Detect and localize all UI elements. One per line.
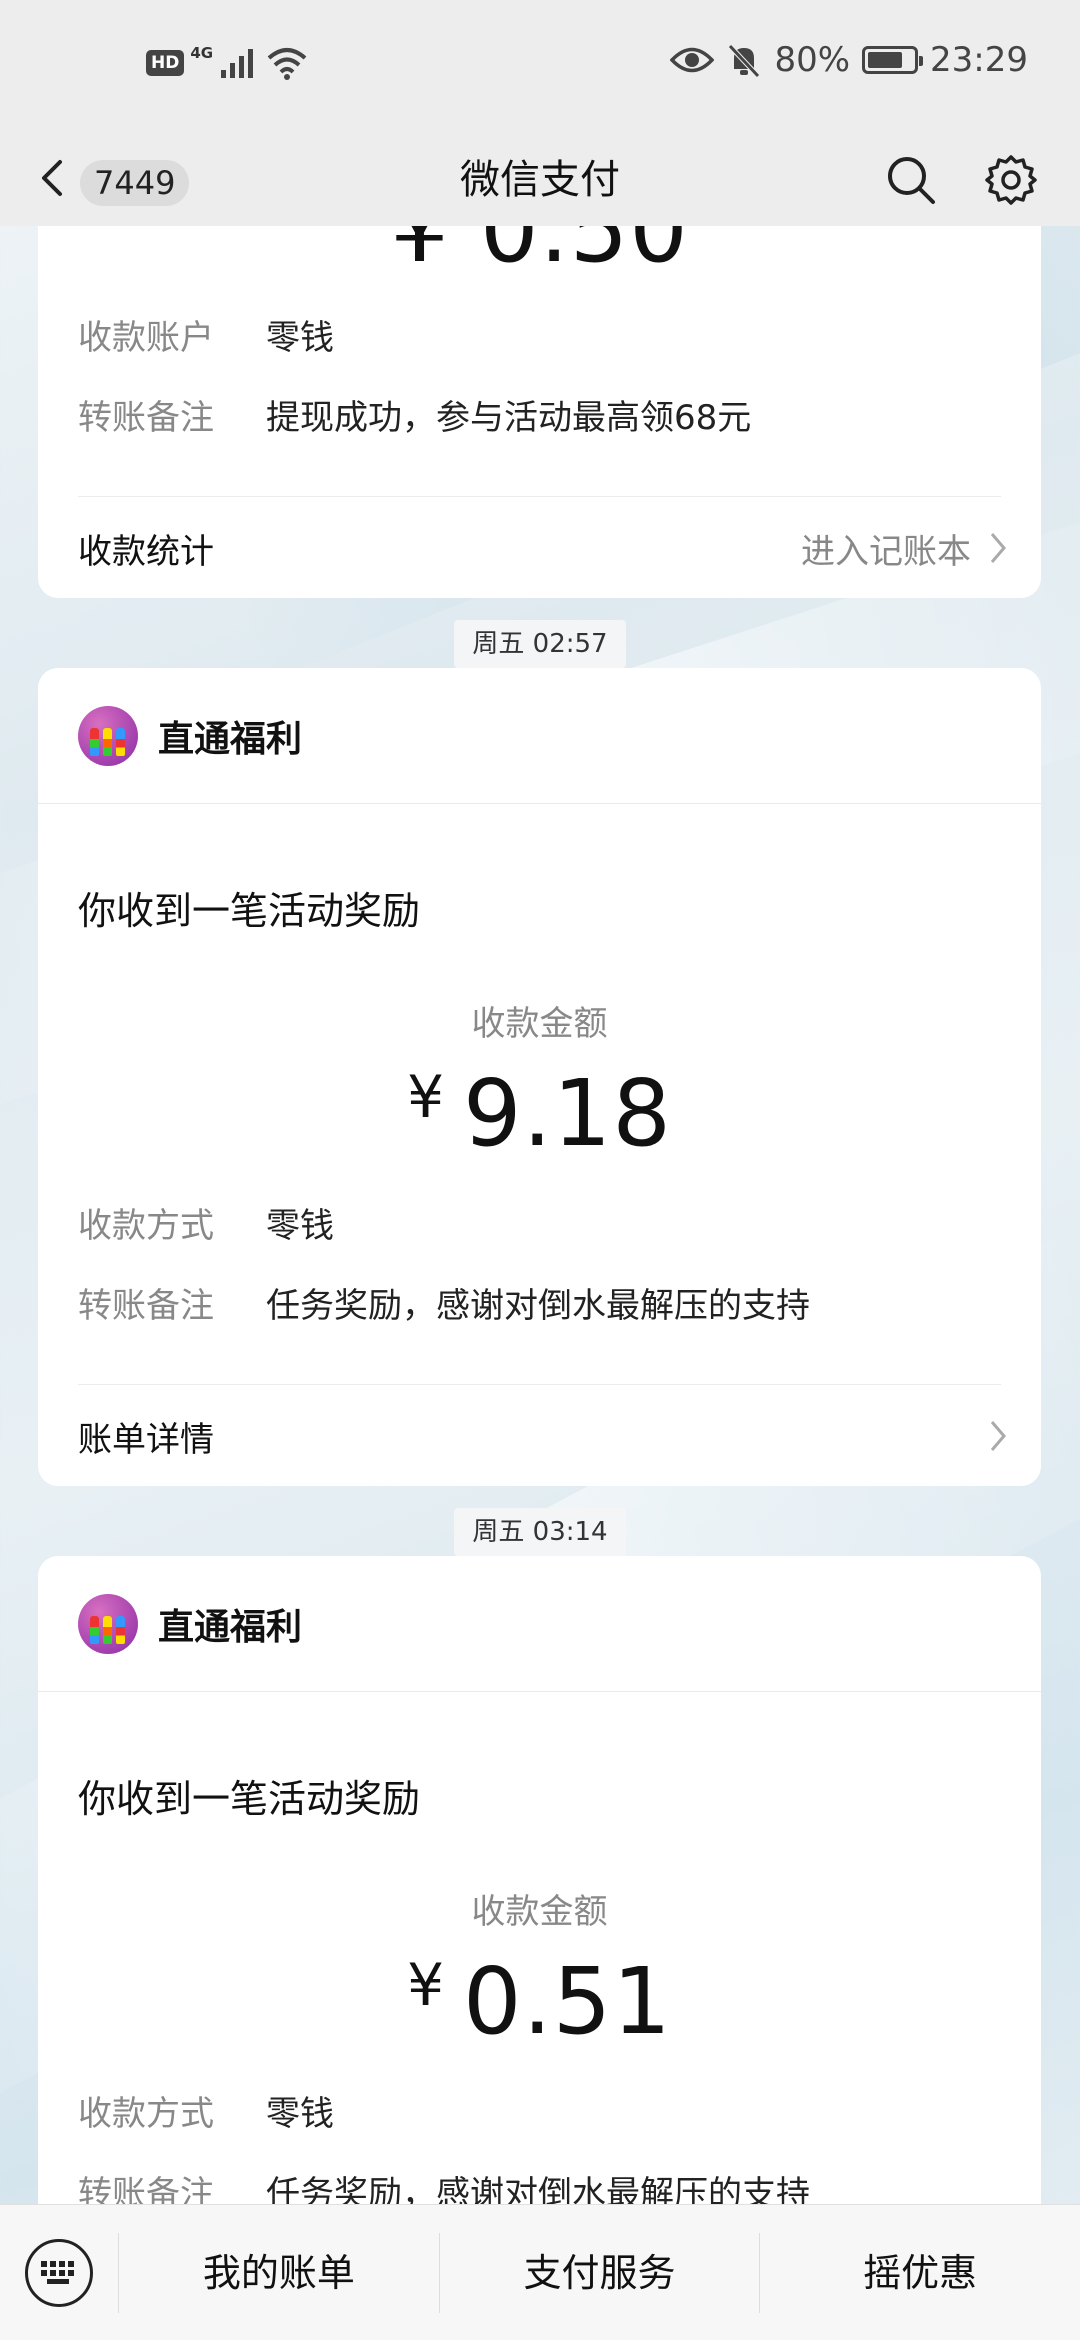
bottle-glyph xyxy=(116,1615,125,1644)
bottle-glyph xyxy=(90,1615,99,1644)
ledger-link-label: 进入记账本 xyxy=(801,531,971,572)
detail-value: 零钱 xyxy=(266,318,334,358)
tab-my-bills[interactable]: 我的账单 xyxy=(118,2232,439,2313)
detail-key: 转账备注 xyxy=(78,1286,214,1326)
chevron-right-icon xyxy=(990,1421,1006,1451)
currency-symbol: ¥ xyxy=(407,1951,446,2019)
detail-row: 收款账户 零钱 xyxy=(78,310,334,359)
amount: ¥9.18 xyxy=(38,1060,1041,1167)
search-button[interactable] xyxy=(876,142,946,218)
bill-details-label: 账单详情 xyxy=(78,1419,214,1460)
footer-label: 收款统计 xyxy=(78,531,214,572)
amount-value: 9.18 xyxy=(463,1060,672,1167)
detail-row: 转账备注 任务奖励，感谢对倒水最解压的支持 xyxy=(78,1278,810,1327)
detail-value: 任务奖励，感谢对倒水最解压的支持 xyxy=(266,2174,810,2204)
ledger-row[interactable]: 收款统计 进入记账本 xyxy=(78,498,1007,598)
nav-bar: 7449 微信支付 xyxy=(0,134,1080,226)
sender-name: 直通福利 xyxy=(158,1606,303,1648)
tab-shake-deals[interactable]: 摇优惠 xyxy=(759,2232,1080,2313)
wifi-icon xyxy=(267,48,307,80)
status-right: 80% 23:29 xyxy=(670,40,1028,80)
amount: ¥0.51 xyxy=(38,1948,1041,2055)
network-type: 4G xyxy=(190,44,214,62)
detail-value: 任务奖励，感谢对倒水最解压的支持 xyxy=(266,1286,810,1326)
detail-key: 收款账户 xyxy=(78,318,214,358)
detail-row: 转账备注 任务奖励，感谢对倒水最解压的支持 xyxy=(78,2166,810,2204)
bottle-glyph xyxy=(103,727,112,756)
status-bar: HD 4G 80% 23:29 xyxy=(0,0,1080,134)
battery-icon xyxy=(862,46,924,74)
chevron-right-icon xyxy=(990,533,1006,563)
detail-row: 收款方式 零钱 xyxy=(78,1198,334,1247)
hd-badge: HD xyxy=(146,50,185,76)
amount-value: 0.51 xyxy=(463,1948,672,2055)
message-headline: 你收到一笔活动奖励 xyxy=(78,889,421,933)
eye-icon xyxy=(670,47,715,73)
avatar xyxy=(78,1593,138,1654)
battery-percent: 80% xyxy=(774,40,851,80)
detail-key: 收款方式 xyxy=(78,1206,214,1246)
settings-icon xyxy=(985,155,1037,205)
currency-symbol: ¥ xyxy=(407,1063,446,1131)
chevron xyxy=(989,1419,1007,1453)
clock: 23:29 xyxy=(930,40,1028,80)
signal-icon xyxy=(221,49,254,78)
detail-value: 零钱 xyxy=(266,2094,334,2134)
message-headline: 你收到一笔活动奖励 xyxy=(78,1777,421,1821)
detail-key: 收款方式 xyxy=(78,2094,214,2134)
card-header[interactable]: 直通福利 xyxy=(38,668,1041,804)
divider xyxy=(78,1384,1001,1385)
battery-fill xyxy=(868,52,903,68)
message-card: 直通福利 你收到一笔活动奖励 收款金额 ¥9.18 收款方式 零钱 转账备注 任… xyxy=(38,668,1041,1486)
mute-bell-icon xyxy=(728,44,761,78)
ledger-link[interactable]: 进入记账本 xyxy=(801,524,1007,573)
message-card-partial: ¥ 0.50 收款账户 零钱 转账备注 提现成功，参与活动最高领68元 收款统计… xyxy=(38,226,1041,598)
sender-name: 直通福利 xyxy=(158,718,303,760)
detail-value: 零钱 xyxy=(266,1206,334,1246)
amount-value: ¥ 0.50 xyxy=(390,226,689,283)
detail-row: 收款方式 零钱 xyxy=(78,2086,334,2135)
bottle-glyph xyxy=(103,1615,112,1644)
divider xyxy=(78,496,1001,497)
detail-value: 提现成功，参与活动最高领68元 xyxy=(266,398,752,438)
detail-key: 转账备注 xyxy=(78,398,214,438)
keyboard-toggle-button[interactable] xyxy=(0,2205,118,2340)
settings-button[interactable] xyxy=(976,142,1046,218)
avatar xyxy=(78,705,138,766)
tab-payment-services[interactable]: 支付服务 xyxy=(438,2232,760,2313)
timestamp: 周五 03:14 xyxy=(454,1508,626,1556)
bottom-menu-bar: 我的账单 支付服务 摇优惠 xyxy=(0,2204,1080,2340)
message-card: 直通福利 你收到一笔活动奖励 收款金额 ¥0.51 收款方式 零钱 转账备注 任… xyxy=(38,1556,1041,2204)
amount-label: 收款金额 xyxy=(471,1004,608,1044)
status-left: HD 4G xyxy=(146,44,309,80)
detail-row: 转账备注 提现成功，参与活动最高领68元 xyxy=(78,390,751,439)
bottle-glyph xyxy=(116,727,125,756)
card-header[interactable]: 直通福利 xyxy=(38,1556,1041,1692)
bill-details-row[interactable]: 账单详情 xyxy=(78,1386,1007,1486)
timestamp: 周五 02:57 xyxy=(454,620,626,668)
detail-key: 转账备注 xyxy=(78,2174,214,2204)
search-icon xyxy=(888,157,935,204)
amount-label: 收款金额 xyxy=(471,1892,608,1932)
bottle-glyph xyxy=(90,727,99,756)
keyboard-icon xyxy=(25,2238,93,2307)
